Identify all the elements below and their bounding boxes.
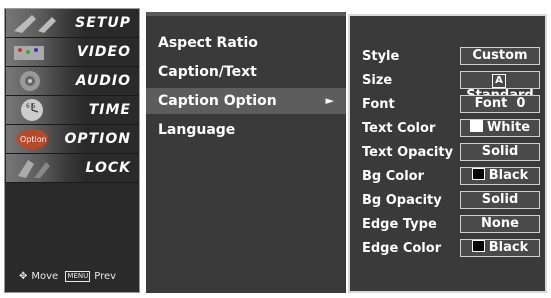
category-time[interactable]: 6 5 TIME <box>6 96 139 125</box>
option-row-bg-color[interactable]: Bg Color Black <box>362 166 547 188</box>
submenu-caption-text[interactable]: Caption/Text <box>146 59 346 85</box>
option-row-edge-color[interactable]: Edge Color Black <box>362 238 547 260</box>
category-label: SETUP <box>75 15 131 31</box>
move-icon: ✥ <box>19 271 28 282</box>
lock-icon <box>6 154 86 182</box>
submenu-panel: Aspect Ratio Caption/Text Caption Option… <box>146 12 346 293</box>
option-label: Text Color <box>362 121 436 136</box>
category-video[interactable]: VIDEO <box>6 38 139 67</box>
option-label: Edge Color <box>362 241 442 256</box>
option-value-text: Solid <box>481 192 519 207</box>
option-row-size[interactable]: Size AStandard <box>362 70 547 103</box>
option-label: Text Opacity <box>362 145 454 160</box>
submenu-aspect-ratio[interactable]: Aspect Ratio <box>146 30 346 56</box>
option-value[interactable]: None <box>460 215 540 233</box>
option-label: Bg Color <box>362 169 425 184</box>
option-value[interactable]: Custom <box>460 47 540 65</box>
svg-text:6 5: 6 5 <box>26 103 36 110</box>
option-row-bg-opacity[interactable]: Bg Opacity Solid <box>362 190 547 212</box>
option-value[interactable]: Solid <box>460 191 540 209</box>
option-label: Edge Type <box>362 217 437 232</box>
option-row-text-color[interactable]: Text Color White <box>362 118 547 140</box>
submenu-label: Caption Option <box>158 93 277 109</box>
category-label: OPTION <box>64 131 131 147</box>
option-row-style[interactable]: Style Custom <box>362 46 547 68</box>
submenu-label: Caption/Text <box>158 64 257 80</box>
option-label: Font <box>362 97 395 112</box>
option-value[interactable]: Black <box>460 239 540 257</box>
option-value[interactable]: Font 0 <box>460 95 540 113</box>
audio-icon <box>6 67 86 95</box>
option-label: Style <box>362 49 400 64</box>
help-bar: ✥ Move MENU Prev <box>19 271 120 282</box>
svg-text:Option: Option <box>20 135 47 144</box>
option-label: Bg Opacity <box>362 193 442 208</box>
caption-options-panel: Style Custom Size AStandard Font Font 0 … <box>348 14 547 293</box>
submenu-caption-option[interactable]: Caption Option ► <box>146 88 346 114</box>
submenu-label: Aspect Ratio <box>158 35 258 51</box>
category-setup[interactable]: SETUP <box>6 9 139 38</box>
color-swatch <box>469 120 483 132</box>
submenu-label: Language <box>158 122 236 138</box>
category-option[interactable]: Option OPTION <box>6 125 139 154</box>
option-value[interactable]: Black <box>460 167 540 185</box>
option-value-text: Font 0 <box>474 96 526 111</box>
category-label: LOCK <box>85 160 131 176</box>
option-value[interactable]: White <box>460 119 540 137</box>
color-swatch <box>471 240 485 252</box>
right-arrow-icon: ► <box>325 94 334 107</box>
option-label: Size <box>362 73 393 88</box>
move-hint: Move <box>31 271 59 282</box>
prev-hint: Prev <box>94 271 117 282</box>
option-value-text: None <box>481 216 519 231</box>
menu-key-icon: MENU <box>65 271 91 282</box>
option-value-text: Solid <box>481 144 519 159</box>
category-label: TIME <box>88 102 131 118</box>
option-value[interactable]: Solid <box>460 143 540 161</box>
option-row-font[interactable]: Font Font 0 <box>362 94 547 116</box>
category-lock[interactable]: LOCK <box>6 154 139 183</box>
color-swatch <box>471 168 485 180</box>
time-icon: 6 5 <box>6 96 86 124</box>
submenu-language[interactable]: Language <box>146 117 346 143</box>
category-label: VIDEO <box>76 44 131 60</box>
option-value-text: Black <box>488 168 529 183</box>
category-label: AUDIO <box>75 73 131 89</box>
size-icon: A <box>492 74 506 88</box>
option-value-text: Black <box>488 240 529 255</box>
category-audio[interactable]: AUDIO <box>6 67 139 96</box>
option-row-edge-type[interactable]: Edge Type None <box>362 214 547 236</box>
option-value[interactable]: AStandard <box>460 71 540 103</box>
video-icon <box>6 38 86 66</box>
option-value-text: Custom <box>472 48 528 63</box>
setup-icon <box>6 9 86 37</box>
option-row-text-opacity[interactable]: Text Opacity Solid <box>362 142 547 164</box>
category-menu: SETUP VIDEO AUDIO 6 5 TIME Option OPTION <box>4 8 140 293</box>
osd-menu: SETUP VIDEO AUDIO 6 5 TIME Option OPTION <box>0 0 551 298</box>
option-value-text: White <box>486 120 531 135</box>
